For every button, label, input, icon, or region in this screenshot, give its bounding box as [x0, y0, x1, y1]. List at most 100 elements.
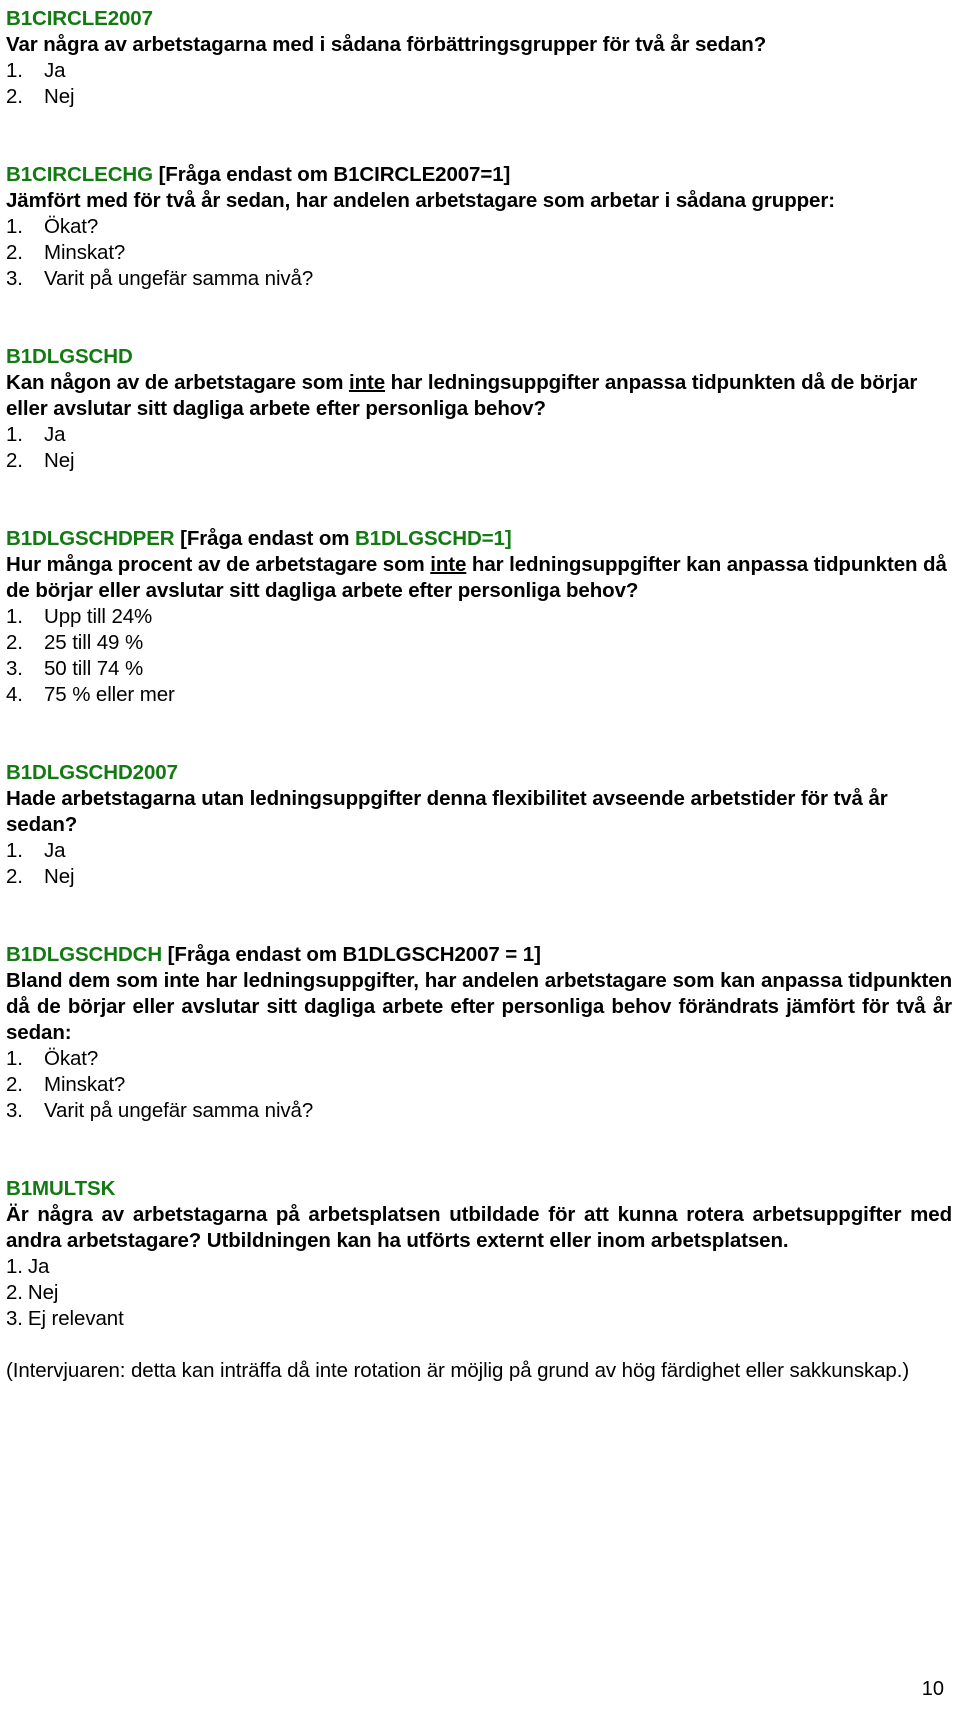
- option-item[interactable]: 3. 50 till 74 %: [6, 656, 952, 682]
- question-text-b1dlgschd: Kan någon av de arbetstagare som inte ha…: [6, 370, 952, 422]
- option-number: 3.: [6, 1307, 23, 1330]
- question-text-b1circlechg: Jämfört med för två år sedan, har andele…: [6, 189, 835, 212]
- question-code-b1dlgschd: B1DLGSCHD: [6, 345, 133, 368]
- option-label: 50 till 74 %: [44, 657, 144, 680]
- option-label: Ja: [44, 423, 66, 446]
- option-item[interactable]: 2. Nej: [6, 84, 952, 110]
- option-item[interactable]: 1. Ökat?: [6, 214, 952, 240]
- question-text-b1dlgschdper: Hur många procent av de arbetstagare som…: [6, 552, 952, 604]
- option-label: Nej: [44, 865, 75, 888]
- question-code-b1multsk: B1MULTSK: [6, 1177, 116, 1200]
- question-code-b1circlechg: B1CIRCLECHG [Fråga endast om B1CIRCLE200…: [6, 162, 952, 188]
- question-text-b1dlgschd2007: Hade arbetstagarna utan ledningsuppgifte…: [6, 787, 888, 836]
- option-item[interactable]: 1. Upp till 24%: [6, 604, 952, 630]
- note-spacer: [6, 1332, 952, 1358]
- question-code-b1dlgschdper: B1DLGSCHDPER [Fråga endast om B1DLGSCHD=…: [6, 526, 952, 552]
- option-label: Ja: [44, 839, 66, 862]
- option-label: Minskat?: [44, 241, 126, 264]
- question-block-b1circle2007: B1CIRCLE2007 Var några av arbetstagarna …: [6, 6, 952, 110]
- option-number: 2.: [6, 865, 23, 888]
- condition-code-ref: B1DLGSCHD=1]: [355, 527, 512, 550]
- options-list-b1dlgschd2007: 1. Ja 2. Nej: [6, 838, 952, 890]
- option-item[interactable]: 1. Ja: [6, 838, 952, 864]
- option-label: Nej: [27, 1281, 59, 1304]
- option-item[interactable]: 2. Nej: [6, 1280, 952, 1306]
- option-number: 1.: [6, 1255, 23, 1278]
- question-block-b1dlgschdch: B1DLGSCHDCH [Fråga endast om B1DLGSCH200…: [6, 942, 952, 1124]
- option-number: 2.: [6, 1073, 23, 1096]
- question-code-b1dlgschd2007: B1DLGSCHD2007: [6, 761, 178, 784]
- option-number: 1.: [6, 605, 23, 628]
- question-block-b1multsk: B1MULTSK Är några av arbetstagarna på ar…: [6, 1176, 952, 1384]
- option-label: Varit på ungefär samma nivå?: [44, 267, 314, 290]
- option-item[interactable]: 2. Nej: [6, 864, 952, 890]
- option-item[interactable]: 1. Ökat?: [6, 1046, 952, 1072]
- option-label: Ja: [44, 59, 66, 82]
- option-item[interactable]: 1. Ja: [6, 422, 952, 448]
- question-block-b1circlechg: B1CIRCLECHG [Fråga endast om B1CIRCLE200…: [6, 162, 952, 292]
- options-list-b1circlechg: 1. Ökat? 2. Minskat? 3. Varit på ungefär sa…: [6, 214, 952, 292]
- option-item[interactable]: 3. Varit på ungefär samma nivå?: [6, 1098, 952, 1124]
- options-list-b1multsk: 1. Ja 2. Nej 3. Ej relevant: [6, 1254, 952, 1332]
- question-code-b1circle2007: B1CIRCLE2007: [6, 7, 153, 30]
- option-number: 4.: [6, 683, 23, 706]
- option-label: 75 % eller mer: [44, 683, 175, 706]
- option-label: Nej: [44, 85, 75, 108]
- question-code-b1dlgschdch: B1DLGSCHDCH [Fråga endast om B1DLGSCH200…: [6, 942, 952, 968]
- option-item[interactable]: 4. 75 % eller mer: [6, 682, 952, 708]
- condition-label-pre: [Fråga endast om: [174, 527, 355, 550]
- option-label: Ökat?: [44, 215, 99, 238]
- question-block-b1dlgschd: B1DLGSCHD Kan någon av de arbetstagare s…: [6, 344, 952, 474]
- condition-label: [Fråga endast om B1DLGSCH2007 = 1]: [162, 943, 541, 966]
- option-number: 2.: [6, 1281, 23, 1304]
- emphasis-inte: inte: [349, 371, 386, 394]
- option-item[interactable]: 2. Minskat?: [6, 240, 952, 266]
- option-number: 1.: [6, 423, 23, 446]
- option-number: 1.: [6, 1047, 23, 1070]
- option-label: Minskat?: [44, 1073, 126, 1096]
- emphasis-inte: inte: [430, 553, 467, 576]
- code-label: B1DLGSCHDPER: [6, 527, 175, 550]
- option-label: Upp till 24%: [44, 605, 153, 628]
- option-item[interactable]: 2. Nej: [6, 448, 952, 474]
- questionnaire-page: B1CIRCLE2007 Var några av arbetstagarna …: [0, 0, 960, 1713]
- option-number: 3.: [6, 657, 23, 680]
- option-label: Ja: [27, 1255, 50, 1278]
- options-list-b1circle2007: 1. Ja 2. Nej: [6, 58, 952, 110]
- page-number: 10: [921, 1678, 944, 1700]
- option-item[interactable]: 1. Ja: [6, 58, 952, 84]
- option-item[interactable]: 3. Ej relevant: [6, 1306, 952, 1332]
- option-label: 25 till 49 %: [44, 631, 144, 654]
- option-item[interactable]: 2. 25 till 49 %: [6, 630, 952, 656]
- question-text-b1multsk: Är några av arbetstagarna på arbetsplats…: [6, 1203, 952, 1252]
- option-number: 1.: [6, 839, 23, 862]
- option-label: Ökat?: [44, 1047, 99, 1070]
- option-number: 2.: [6, 85, 23, 108]
- option-item[interactable]: 3. Varit på ungefär samma nivå?: [6, 266, 952, 292]
- options-list-b1dlgschd: 1. Ja 2. Nej: [6, 422, 952, 474]
- option-number: 2.: [6, 449, 23, 472]
- question-block-b1dlgschdper: B1DLGSCHDPER [Fråga endast om B1DLGSCHD=…: [6, 526, 952, 708]
- option-item[interactable]: 2. Minskat?: [6, 1072, 952, 1098]
- option-item[interactable]: 1. Ja: [6, 1254, 952, 1280]
- option-label: Nej: [44, 449, 75, 472]
- question-text-b1dlgschdch: Bland dem som inte har ledningsuppgifter…: [6, 969, 952, 1044]
- code-label: B1DLGSCHDCH: [6, 943, 163, 966]
- question-block-b1dlgschd2007: B1DLGSCHD2007 Hade arbetstagarna utan le…: [6, 760, 952, 890]
- option-number: 2.: [6, 241, 23, 264]
- question-text-b1circle2007: Var några av arbetstagarna med i sådana …: [6, 33, 767, 56]
- option-label: Varit på ungefär samma nivå?: [44, 1099, 314, 1122]
- option-number: 1.: [6, 59, 23, 82]
- question-text-part1: Kan någon av de arbetstagare som: [6, 371, 350, 394]
- option-number: 3.: [6, 1099, 23, 1122]
- condition-label: [Fråga endast om B1CIRCLE2007=1]: [152, 163, 511, 186]
- option-number: 2.: [6, 631, 23, 654]
- code-label: B1CIRCLECHG: [6, 163, 153, 186]
- option-label: Ej relevant: [27, 1307, 124, 1330]
